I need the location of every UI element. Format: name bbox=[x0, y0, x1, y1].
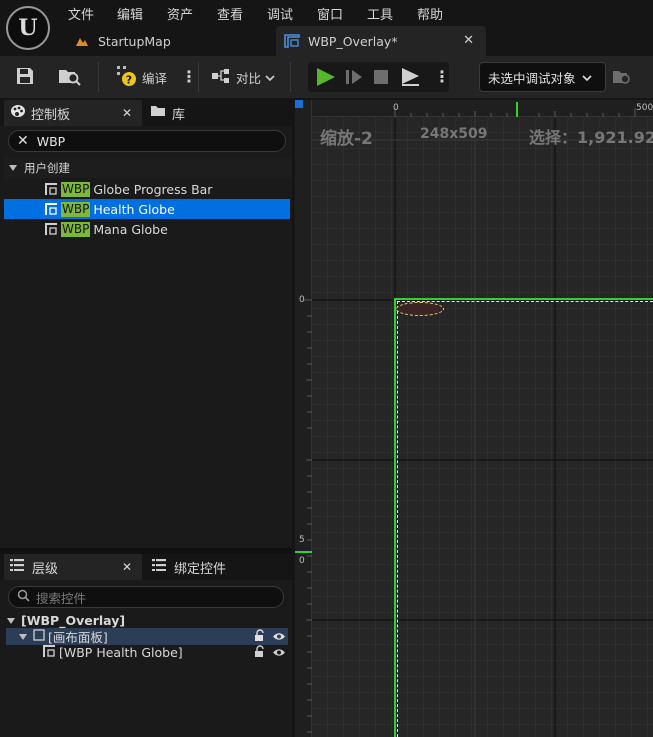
tab-startupmap[interactable]: StartupMap bbox=[62, 26, 272, 56]
search-icon bbox=[17, 589, 30, 605]
compile-label: 编译 bbox=[142, 70, 168, 86]
hierarchy-search-placeholder: 搜索控件 bbox=[36, 590, 87, 606]
tab-wbp-overlay[interactable]: WBP_Overlay* ✕ bbox=[276, 26, 486, 56]
hierarchy-search-input[interactable]: 搜索控件 bbox=[8, 586, 284, 608]
wbp-tag: WBP bbox=[61, 201, 91, 217]
palette-search-input[interactable]: ✕ WBP bbox=[8, 130, 286, 152]
menu-help[interactable]: 帮助 bbox=[417, 4, 443, 23]
menu-edit[interactable]: 编辑 bbox=[117, 4, 143, 23]
chevron-down-icon bbox=[8, 161, 18, 175]
ruler-left-label: 0 bbox=[299, 295, 305, 305]
tab-palette[interactable]: 控制板 ✕ bbox=[4, 100, 142, 126]
play-options-icon[interactable] bbox=[400, 67, 422, 90]
menu-asset[interactable]: 资产 bbox=[167, 4, 193, 23]
ruler-left-label: 0 bbox=[299, 556, 305, 566]
tab-palette-label: 控制板 bbox=[31, 107, 71, 123]
tree-item-canvas-panel[interactable]: [画布面板] bbox=[6, 628, 288, 645]
menu-tools[interactable]: 工具 bbox=[367, 4, 393, 23]
tab-bind-widgets[interactable]: 绑定控件 bbox=[152, 554, 226, 580]
folder-icon bbox=[150, 105, 166, 121]
diff-icon bbox=[211, 68, 231, 87]
chevron-down-icon bbox=[265, 70, 275, 85]
visibility-eye-icon[interactable] bbox=[272, 630, 286, 645]
zoom-label: 缩放-2 bbox=[320, 129, 373, 149]
menu-view[interactable]: 查看 bbox=[217, 4, 243, 23]
clear-search-icon[interactable]: ✕ bbox=[17, 133, 29, 149]
tree-root-label: [WBP_Overlay] bbox=[21, 613, 126, 628]
close-icon[interactable]: ✕ bbox=[122, 106, 132, 120]
play-icon[interactable] bbox=[315, 67, 337, 90]
tree-item-label: [WBP Health Globe] bbox=[59, 645, 183, 660]
list-item-label: Mana Globe bbox=[93, 221, 168, 237]
tab-hierarchy[interactable]: 层级 ✕ bbox=[4, 554, 142, 580]
wbp-tag: WBP bbox=[61, 181, 91, 197]
play-more-icon[interactable]: ⋮ bbox=[434, 69, 450, 85]
toolbar-separator bbox=[98, 62, 99, 92]
lock-icon[interactable] bbox=[254, 645, 266, 661]
canvas-size-label: 248x509 bbox=[420, 126, 488, 142]
ruler-top-label: 500 bbox=[636, 103, 653, 113]
compile-options-icon[interactable]: ⋮ bbox=[181, 69, 197, 85]
save-icon[interactable] bbox=[15, 66, 35, 89]
toolbar-separator bbox=[290, 62, 291, 92]
visibility-eye-icon[interactable] bbox=[272, 646, 286, 661]
toolbar-separator bbox=[198, 62, 199, 92]
chevron-down-icon bbox=[6, 613, 16, 628]
list-item-label: Globe Progress Bar bbox=[93, 181, 213, 197]
palette-icon bbox=[10, 104, 26, 122]
ruler-top-label: 0 bbox=[393, 103, 399, 113]
tab-library-label: 库 bbox=[172, 107, 186, 123]
lock-icon[interactable] bbox=[254, 629, 266, 645]
wbp-tag: WBP bbox=[61, 221, 91, 237]
chevron-down-icon bbox=[18, 629, 28, 644]
compile-button[interactable]: ? 编译 bbox=[116, 64, 167, 90]
user-widget-icon bbox=[45, 203, 57, 215]
compile-status-icon: ? bbox=[116, 65, 138, 90]
health-globe-widget[interactable] bbox=[396, 302, 444, 316]
menu-file[interactable]: 文件 bbox=[68, 4, 94, 23]
close-icon[interactable]: ✕ bbox=[122, 560, 132, 574]
diff-button[interactable]: 对比 bbox=[211, 64, 275, 90]
bind-widgets-icon bbox=[152, 559, 166, 575]
debug-object-select[interactable]: 未选中调试对象 bbox=[479, 62, 606, 92]
ruler-left-label: 5 bbox=[299, 535, 305, 545]
palette-category[interactable]: 用户创建 bbox=[4, 158, 292, 178]
list-item-label: Health Globe bbox=[93, 201, 175, 217]
list-item[interactable]: WBP Health Globe bbox=[4, 199, 290, 219]
user-widget-icon bbox=[45, 223, 57, 235]
user-widget-icon bbox=[42, 644, 56, 661]
tab-wbp-overlay-label: WBP_Overlay* bbox=[308, 33, 398, 49]
widget-blueprint-icon bbox=[284, 33, 300, 49]
tab-startupmap-label: StartupMap bbox=[98, 33, 171, 49]
tab-bind-widgets-label: 绑定控件 bbox=[174, 561, 227, 577]
canvas-panel-icon bbox=[33, 629, 45, 644]
tab-hierarchy-label: 层级 bbox=[32, 561, 59, 577]
user-widget-icon bbox=[45, 183, 57, 195]
list-item[interactable]: WBP Mana Globe bbox=[4, 219, 290, 239]
selection-label: 选择：1,921.92 bbox=[529, 128, 653, 147]
svg-text:?: ? bbox=[126, 73, 132, 86]
menu-window[interactable]: 窗口 bbox=[317, 4, 343, 23]
step-icon[interactable] bbox=[345, 69, 363, 88]
stop-icon[interactable] bbox=[373, 69, 389, 88]
palette-category-label: 用户创建 bbox=[24, 161, 70, 175]
hierarchy-icon bbox=[10, 559, 24, 575]
debug-find-icon[interactable] bbox=[612, 68, 632, 89]
palette-search-value: WBP bbox=[36, 133, 66, 149]
level-icon bbox=[74, 33, 90, 49]
tree-item-health-globe[interactable]: [WBP Health Globe] bbox=[6, 644, 288, 661]
diff-label: 对比 bbox=[236, 70, 262, 86]
menu-debug[interactable]: 调试 bbox=[267, 4, 293, 23]
close-icon[interactable]: ✕ bbox=[463, 33, 474, 48]
browse-asset-icon[interactable] bbox=[58, 66, 82, 89]
tab-library[interactable]: 库 bbox=[150, 100, 185, 126]
debug-object-label: 未选中调试对象 bbox=[488, 70, 576, 86]
chevron-down-icon bbox=[581, 70, 592, 85]
list-item[interactable]: WBP Globe Progress Bar bbox=[4, 179, 290, 199]
unreal-logo-icon[interactable]: U bbox=[6, 6, 50, 50]
canvas-panel-dashed bbox=[397, 301, 653, 737]
